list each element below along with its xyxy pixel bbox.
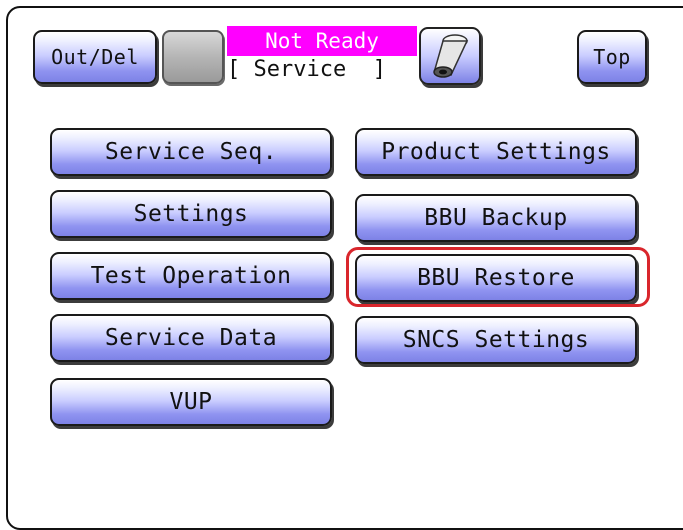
sncs-settings-label: SNCS Settings (402, 327, 590, 353)
bbu-restore-button[interactable]: BBU Restore (355, 254, 637, 302)
service-seq-button[interactable]: Service Seq. (50, 128, 332, 176)
service-data-button[interactable]: Service Data (50, 314, 332, 362)
settings-button[interactable]: Settings (50, 190, 332, 238)
vup-button[interactable]: VUP (50, 378, 332, 426)
sncs-settings-button[interactable]: SNCS Settings (355, 316, 637, 364)
bbu-backup-label: BBU Backup (424, 205, 568, 231)
product-settings-label: Product Settings (381, 139, 611, 165)
vup-label: VUP (169, 389, 213, 415)
status-not-ready: Not Ready (227, 26, 417, 56)
toner-button[interactable] (419, 27, 481, 85)
bbu-backup-button[interactable]: BBU Backup (355, 194, 637, 242)
settings-label: Settings (133, 201, 249, 227)
mode-indicator: [ Service ] (227, 57, 386, 82)
bbu-restore-label: BBU Restore (417, 265, 575, 291)
out-del-button[interactable]: Out/Del (33, 30, 157, 84)
top-label: Top (593, 45, 631, 69)
top-button[interactable]: Top (577, 30, 647, 84)
disabled-blank-button[interactable] (162, 30, 224, 84)
service-data-label: Service Data (104, 325, 278, 351)
test-operation-button[interactable]: Test Operation (50, 252, 332, 300)
test-operation-label: Test Operation (90, 263, 292, 289)
service-seq-label: Service Seq. (104, 139, 278, 165)
out-del-label: Out/Del (51, 45, 139, 69)
product-settings-button[interactable]: Product Settings (355, 128, 637, 176)
toner-bottle-icon (433, 34, 469, 78)
